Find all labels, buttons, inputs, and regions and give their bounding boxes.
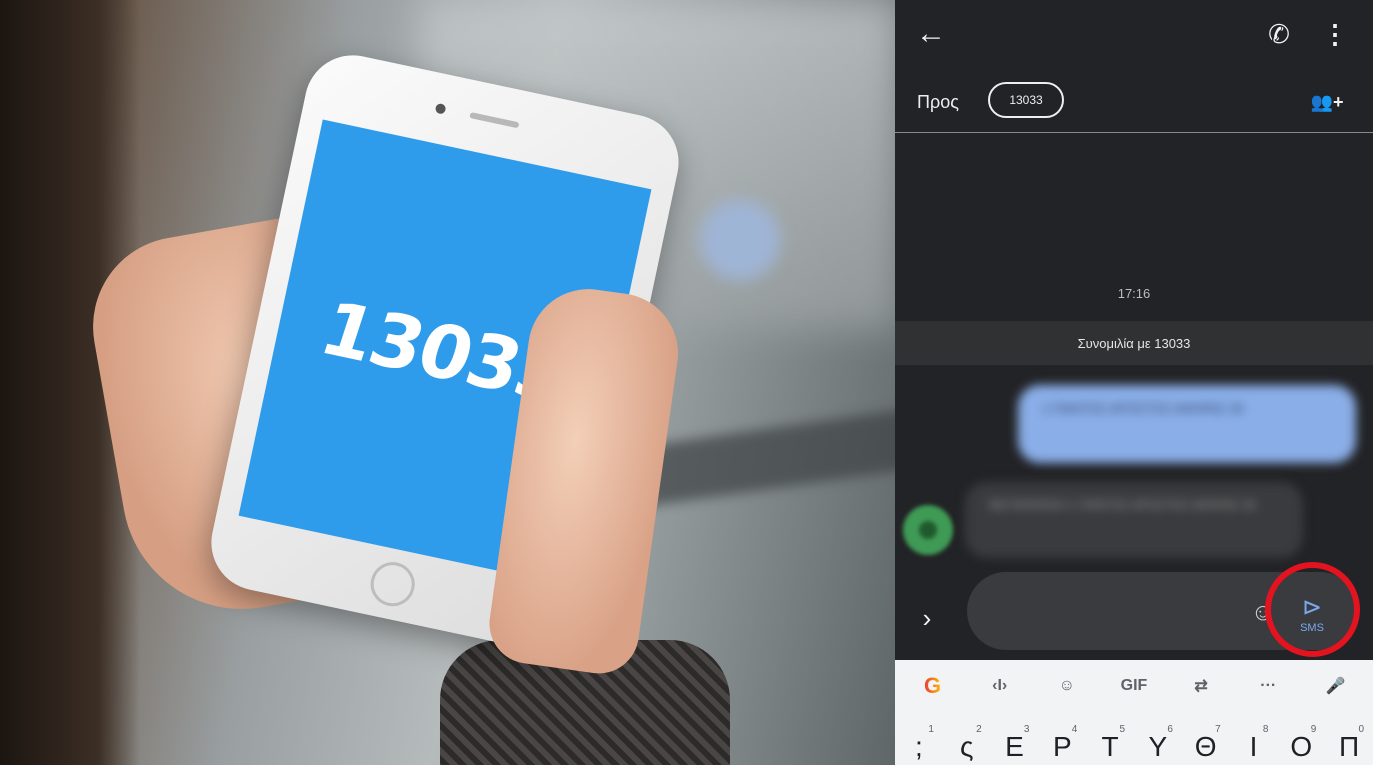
key-number-hint: 8 bbox=[1262, 724, 1269, 735]
to-label: Προς bbox=[917, 92, 959, 112]
messaging-app: ← ✆ ⋮ Προς 13033 👥+ 17:16 Συνομιλία με 1… bbox=[895, 0, 1373, 765]
person-icon bbox=[919, 521, 937, 539]
back-arrow-icon[interactable]: ← bbox=[909, 14, 953, 54]
key-number-hint: 5 bbox=[1119, 724, 1126, 735]
translate-icon[interactable]: ⇄ bbox=[1178, 666, 1224, 706]
gif-icon[interactable]: GIF bbox=[1111, 666, 1157, 706]
key-number-hint: 0 bbox=[1358, 724, 1365, 735]
key[interactable]: Ο9 bbox=[1280, 718, 1322, 765]
key-label: ; bbox=[915, 731, 923, 762]
key[interactable]: Υ6 bbox=[1137, 718, 1179, 765]
app-toolbar: ← ✆ ⋮ bbox=[895, 0, 1373, 68]
key[interactable]: Τ5 bbox=[1089, 718, 1131, 765]
cursor-control-icon[interactable]: ‹I› bbox=[977, 666, 1023, 706]
recipient-chip[interactable]: 13033 bbox=[988, 82, 1064, 118]
key-number-hint: 1 bbox=[928, 724, 934, 735]
home-button bbox=[366, 558, 419, 611]
hand-holding-phone-photo: 13033 bbox=[0, 0, 895, 765]
expand-chevron-icon[interactable]: › bbox=[909, 596, 945, 640]
key-number-hint: 4 bbox=[1071, 724, 1078, 735]
key[interactable]: Θ7 bbox=[1185, 718, 1227, 765]
recipient-row: Προς 13033 👥+ bbox=[895, 70, 1373, 133]
red-highlight-circle bbox=[1265, 562, 1360, 657]
received-message-bubble[interactable]: ΜΕΤΑΚΙΝΗΣΗ 1 ΠΑΝΤΟΣ ΑΡΟΣΤΟΣ ΑΦΗΡΑΣ 30 bbox=[965, 482, 1303, 558]
key[interactable]: Ε3 bbox=[993, 718, 1035, 765]
key-label: Τ bbox=[1101, 731, 1119, 762]
front-camera bbox=[434, 102, 447, 115]
phone-call-icon[interactable]: ✆ bbox=[1257, 14, 1301, 54]
received-message-text: ΜΕΤΑΚΙΝΗΣΗ 1 ΠΑΝΤΟΣ ΑΡΟΣΤΟΣ ΑΦΗΡΑΣ 30 bbox=[989, 498, 1256, 512]
key-label: Ο bbox=[1290, 731, 1313, 762]
microphone-icon[interactable]: 🎤 bbox=[1312, 666, 1358, 706]
key-number-hint: 7 bbox=[1215, 724, 1221, 735]
more-options-icon[interactable]: ⋮ bbox=[1315, 14, 1355, 54]
conversation-banner: Συνομιλία με 13033 bbox=[895, 321, 1373, 365]
keyboard-row: ; 1 ς2 Ε3 Ρ4 Τ5 Υ6 Θ7 Ι8 Ο9 Π0 bbox=[895, 718, 1373, 765]
sticker-icon[interactable]: ☺ bbox=[1044, 666, 1090, 706]
key[interactable]: ; 1 bbox=[898, 718, 940, 765]
contact-avatar[interactable] bbox=[903, 505, 953, 555]
key-label: Ρ bbox=[1052, 731, 1072, 762]
key-number-hint: 2 bbox=[976, 724, 982, 735]
on-screen-keyboard: G ‹I› ☺ GIF ⇄ ··· 🎤 ; 1 ς2 Ε3 Ρ4 Τ5 Υ6 Θ7… bbox=[895, 660, 1373, 765]
key[interactable]: Ρ4 bbox=[1041, 718, 1083, 765]
add-people-icon[interactable]: 👥+ bbox=[1305, 84, 1349, 120]
earpiece-speaker bbox=[469, 112, 520, 129]
message-timestamp: 17:16 bbox=[1117, 286, 1151, 301]
sent-message-bubble[interactable]: 1 ΠΑΝΤΟΣ ΑΡΟΣΤΟΣ ΑΦΗΡΑΣ 30 bbox=[1018, 385, 1356, 463]
google-icon[interactable]: G bbox=[910, 666, 956, 706]
key-label: Θ bbox=[1194, 731, 1217, 762]
key[interactable]: Π0 bbox=[1328, 718, 1370, 765]
keyboard-toolbar: G ‹I› ☺ GIF ⇄ ··· 🎤 bbox=[895, 660, 1373, 712]
key[interactable]: Ι8 bbox=[1232, 718, 1274, 765]
key-label: Υ bbox=[1148, 731, 1168, 762]
key-label: Ε bbox=[1005, 731, 1024, 762]
more-tools-icon[interactable]: ··· bbox=[1245, 666, 1291, 706]
sent-message-text: 1 ΠΑΝΤΟΣ ΑΡΟΣΤΟΣ ΑΦΗΡΑΣ 30 bbox=[1042, 401, 1244, 416]
key[interactable]: ς2 bbox=[946, 718, 988, 765]
background-light bbox=[700, 200, 780, 280]
key-label: ς bbox=[959, 731, 974, 762]
key-label: Ι bbox=[1249, 731, 1258, 762]
key-number-hint: 6 bbox=[1167, 724, 1173, 735]
key-number-hint: 9 bbox=[1310, 724, 1317, 735]
key-number-hint: 3 bbox=[1023, 724, 1030, 735]
key-label: Π bbox=[1338, 731, 1360, 762]
